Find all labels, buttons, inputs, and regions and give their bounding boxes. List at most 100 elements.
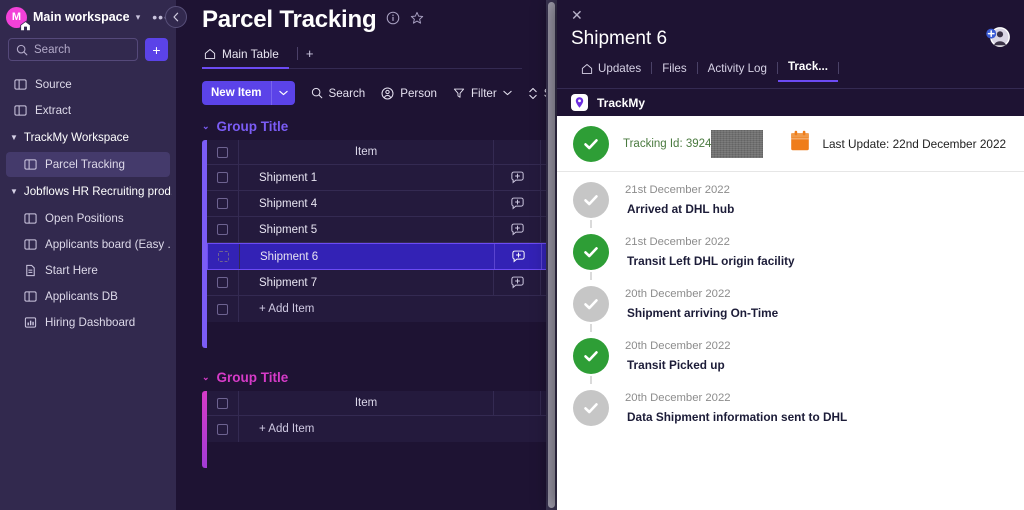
checkbox[interactable] xyxy=(218,251,229,262)
timeline-connector xyxy=(590,376,592,384)
check-circle-gray-icon xyxy=(573,286,609,322)
row-checkbox-cell[interactable] xyxy=(207,296,239,322)
tab-main-table[interactable]: Main Table xyxy=(202,44,289,69)
add-item-label[interactable]: + Add Item xyxy=(239,423,314,435)
tracking-id-row: Tracking Id: 3924 xyxy=(623,129,764,158)
toolbar-person-button[interactable]: Person xyxy=(381,87,437,100)
checkbox[interactable] xyxy=(217,423,228,435)
select-all-cell[interactable] xyxy=(207,391,239,415)
column-header-item[interactable]: Item xyxy=(239,140,494,164)
cell-item-name[interactable]: Shipment 7 xyxy=(239,270,494,295)
collapse-sidebar-button[interactable] xyxy=(165,6,187,28)
column-header-item[interactable]: Item xyxy=(239,391,494,415)
add-update-icon[interactable] xyxy=(494,217,541,242)
info-icon[interactable] xyxy=(386,11,400,30)
dashboard-icon xyxy=(24,316,37,329)
trackmy-icon xyxy=(571,94,588,111)
page-title: Parcel Tracking xyxy=(202,6,377,33)
check-circle-green-icon xyxy=(573,125,609,162)
tab-activity-log[interactable]: Activity Log xyxy=(698,62,777,82)
tab-label: Files xyxy=(662,62,687,75)
add-person-avatar-icon[interactable] xyxy=(984,24,1010,50)
sidebar-item-start-here[interactable]: Start Here xyxy=(6,258,170,283)
timeline-marker xyxy=(573,182,609,228)
sidebar-item-extract[interactable]: Extract xyxy=(6,98,170,123)
add-update-icon[interactable] xyxy=(494,270,541,295)
tab-label: Activity Log xyxy=(707,62,767,75)
sidebar-nav: Source Extract ▼ TrackMy Workspace Parce… xyxy=(0,69,176,335)
sidebar-item-parcel-tracking[interactable]: Parcel Tracking xyxy=(6,152,170,177)
row-checkbox-cell[interactable] xyxy=(207,191,239,216)
workspace-header[interactable]: M Main workspace ▾ ••• xyxy=(0,0,176,34)
add-board-button[interactable]: + xyxy=(145,38,168,61)
row-checkbox-cell[interactable] xyxy=(207,270,239,295)
star-icon[interactable] xyxy=(410,11,424,30)
row-checkbox-cell[interactable] xyxy=(207,217,239,242)
sidebar-group-label: Jobflows HR Recruiting prod... xyxy=(23,185,172,198)
tab-label: Track... xyxy=(787,60,828,73)
timeline-marker xyxy=(573,234,609,280)
add-update-icon[interactable] xyxy=(494,165,541,190)
cell-item-name[interactable]: Shipment 1 xyxy=(239,165,494,190)
sidebar-item-source[interactable]: Source xyxy=(6,72,170,97)
sidebar-item-open-positions[interactable]: Open Positions xyxy=(6,206,170,231)
board-vertical-scrollbar[interactable] xyxy=(546,0,557,510)
sidebar-item-hiring-dashboard[interactable]: Hiring Dashboard xyxy=(6,310,170,335)
timeline-connector xyxy=(590,272,592,280)
row-checkbox-cell[interactable] xyxy=(208,244,240,269)
checkbox[interactable] xyxy=(217,277,228,288)
board-icon xyxy=(24,158,37,171)
chevron-down-icon[interactable] xyxy=(272,81,295,105)
cell-item-name[interactable]: Shipment 5 xyxy=(239,217,494,242)
caret-down-icon[interactable]: ⌄ xyxy=(202,121,210,132)
checkbox[interactable] xyxy=(217,303,228,315)
app-root: M Main workspace ▾ ••• Search + Source E… xyxy=(0,0,1024,510)
cell-item-name[interactable]: Shipment 6 xyxy=(240,244,495,269)
timeline-date: 20th December 2022 xyxy=(625,288,731,300)
toolbar-search-button[interactable]: Search xyxy=(311,87,365,100)
checkbox[interactable] xyxy=(217,172,228,183)
toolbar-filter-button[interactable]: Filter xyxy=(453,87,512,100)
tab-divider xyxy=(296,46,298,60)
sidebar-group-jobflows-hr[interactable]: ▼ Jobflows HR Recruiting prod... xyxy=(4,179,172,204)
checkbox[interactable] xyxy=(217,224,228,235)
sidebar-item-applicants-db[interactable]: Applicants DB xyxy=(6,284,170,309)
scrollbar-thumb[interactable] xyxy=(548,2,555,508)
check-circle-gray-icon xyxy=(573,390,609,426)
timeline-item: 20th December 2022 Shipment arriving On-… xyxy=(557,286,1024,338)
row-checkbox-cell[interactable] xyxy=(207,165,239,190)
timeline-date: 21st December 2022 xyxy=(625,184,730,196)
timeline-date: 20th December 2022 xyxy=(625,392,731,404)
add-tab-button[interactable]: + xyxy=(306,46,314,66)
board-icon xyxy=(24,212,37,225)
chevron-down-icon[interactable] xyxy=(503,90,512,96)
caret-down-icon: ▼ xyxy=(10,187,18,196)
modal-tabs: Updates Files Activity Log Track... xyxy=(571,60,1010,82)
select-all-cell[interactable] xyxy=(207,140,239,164)
add-item-label[interactable]: + Add Item xyxy=(239,303,314,315)
tab-files[interactable]: Files xyxy=(652,62,696,82)
close-icon[interactable]: ✕ xyxy=(571,8,1010,22)
add-update-icon[interactable] xyxy=(495,244,542,269)
sidebar-item-applicants-board[interactable]: Applicants board (Easy ... xyxy=(6,232,170,257)
cell-item-name[interactable]: Shipment 4 xyxy=(239,191,494,216)
workspace-avatar[interactable]: M xyxy=(6,6,31,31)
tab-updates[interactable]: Updates xyxy=(571,62,651,82)
trackmy-app-bar: TrackMy xyxy=(557,88,1024,116)
timeline-date: 20th December 2022 xyxy=(625,340,731,352)
search-icon xyxy=(311,87,323,99)
caret-down-icon[interactable]: ⌄ xyxy=(202,372,210,383)
board-icon xyxy=(14,78,27,91)
search-input[interactable]: Search xyxy=(8,38,138,61)
caret-down-icon: ▼ xyxy=(10,133,18,142)
checkbox[interactable] xyxy=(217,146,228,158)
tab-track[interactable]: Track... xyxy=(777,60,838,82)
sidebar-group-trackmy-workspace[interactable]: ▼ TrackMy Workspace xyxy=(4,125,172,150)
row-checkbox-cell[interactable] xyxy=(207,416,239,442)
timeline-content: 20th December 2022 Shipment arriving On-… xyxy=(609,286,778,324)
checkbox[interactable] xyxy=(217,397,228,409)
add-update-icon[interactable] xyxy=(494,191,541,216)
chevron-down-icon[interactable]: ▾ xyxy=(136,12,141,23)
checkbox[interactable] xyxy=(217,198,228,209)
new-item-button[interactable]: New Item xyxy=(202,81,295,105)
